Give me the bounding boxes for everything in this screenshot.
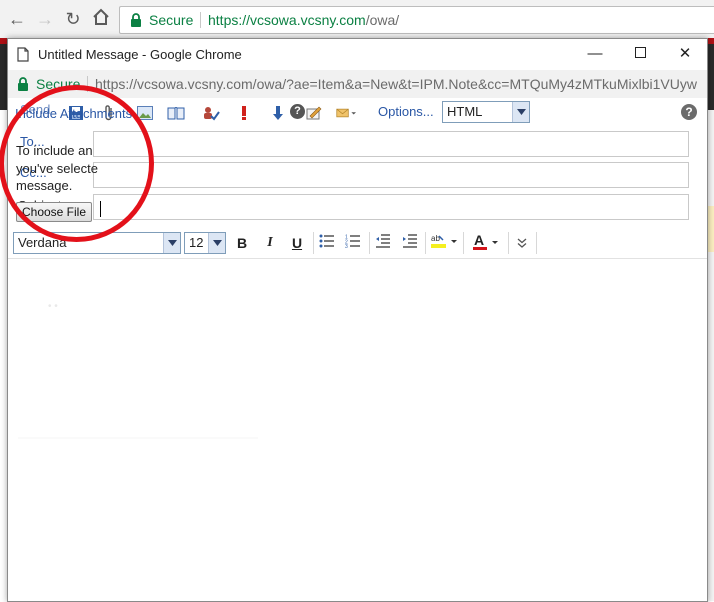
text-cursor	[100, 201, 101, 217]
message-body-editor[interactable]: • •	[8, 259, 707, 601]
increase-indent-icon[interactable]	[399, 233, 421, 253]
font-family-value: Verdana	[18, 235, 67, 250]
subject-field[interactable]	[93, 194, 689, 220]
close-button[interactable]: ✕	[669, 43, 701, 65]
url-host: https://vcsowa.vcsny.com	[208, 12, 366, 28]
bold-button[interactable]: B	[231, 233, 253, 253]
popup-titlebar: Untitled Message - Google Chrome — ✕	[8, 39, 707, 70]
faint-background-line	[18, 437, 258, 439]
popup-address-bar[interactable]: Secure https://vcsowa.vcsny.com/owa/?ae=…	[8, 70, 707, 99]
format-select-value: HTML	[447, 104, 483, 119]
highlight-color-icon[interactable]: ab	[429, 233, 459, 253]
font-color-button[interactable]: A	[471, 232, 501, 253]
cc-field[interactable]	[93, 162, 689, 188]
svg-text:3: 3	[345, 244, 348, 248]
compose-popup-window: Untitled Message - Google Chrome — ✕ Sec…	[7, 38, 708, 602]
toolbar-separator	[508, 232, 509, 254]
toolbar-separator	[313, 232, 314, 254]
back-icon[interactable]: ←	[6, 8, 28, 30]
svg-text:ab: ab	[431, 234, 440, 243]
font-family-select[interactable]: Verdana	[13, 232, 181, 254]
popup-secure-label: Secure	[36, 76, 81, 92]
home-icon[interactable]	[90, 8, 112, 30]
forward-icon[interactable]: →	[34, 8, 56, 30]
attach-instructions-line1: To include an	[16, 143, 93, 158]
include-attachments-link[interactable]: Include Attachments	[15, 106, 132, 121]
attach-instructions-line3: message.	[16, 178, 73, 193]
insert-image-icon[interactable]	[135, 103, 155, 123]
underline-button[interactable]: U	[286, 233, 308, 253]
to-field[interactable]	[93, 131, 689, 157]
lock-icon	[17, 77, 29, 94]
formatting-toolbar: Verdana 12 B I U 123 ab A	[8, 228, 707, 259]
numbered-list-icon[interactable]: 123	[342, 233, 364, 253]
choose-file-button[interactable]: Choose File	[16, 202, 92, 222]
url-path: /owa/	[365, 12, 400, 28]
check-names-icon[interactable]	[201, 103, 221, 123]
bulleted-list-icon[interactable]	[316, 233, 338, 253]
message-options-icon[interactable]	[336, 103, 356, 123]
help-icon-overlay[interactable]: ?	[290, 104, 305, 119]
faint-background-artifact: • •	[48, 301, 58, 312]
address-url: https://vcsowa.vcsny.com/owa/	[208, 12, 399, 28]
toolbar-separator	[463, 232, 464, 254]
italic-button[interactable]: I	[259, 233, 281, 253]
chevron-down-icon	[163, 233, 180, 253]
font-color-letter: A	[474, 233, 484, 248]
options-link[interactable]: Options...	[378, 104, 434, 119]
reload-icon[interactable]: ↻	[62, 8, 84, 30]
low-importance-icon[interactable]	[268, 103, 288, 123]
popup-omnibox-separator	[87, 76, 88, 92]
format-select[interactable]: HTML	[442, 101, 530, 123]
maximize-button[interactable]	[624, 43, 656, 65]
address-book-icon[interactable]	[166, 103, 186, 123]
popup-url: https://vcsowa.vcsny.com/owa/?ae=Item&a=…	[95, 76, 697, 92]
lock-icon	[130, 13, 142, 30]
high-importance-icon[interactable]	[234, 103, 254, 123]
chevron-down-icon	[208, 233, 225, 253]
font-size-value: 12	[189, 235, 204, 250]
more-options-chevron-icon[interactable]	[511, 233, 533, 253]
attach-instructions-line2: you've selecte	[16, 161, 98, 176]
toolbar-separator	[536, 232, 537, 254]
minimize-button[interactable]: —	[579, 43, 611, 65]
signature-icon[interactable]	[304, 103, 324, 123]
toolbar-separator	[369, 232, 370, 254]
omnibox-separator	[200, 12, 201, 28]
toolbar-separator	[425, 232, 426, 254]
help-icon[interactable]: ?	[681, 104, 697, 120]
browser-toolbar: ← → ↻ Secure https://vcsowa.vcsny.com/ow…	[0, 0, 714, 39]
chevron-down-icon	[512, 102, 529, 122]
secure-label: Secure	[149, 12, 194, 28]
font-size-select[interactable]: 12	[184, 232, 226, 254]
background-highlight	[707, 206, 714, 252]
popup-title: Untitled Message - Google Chrome	[38, 47, 242, 62]
address-bar[interactable]: Secure https://vcsowa.vcsny.com/owa/	[119, 6, 714, 34]
document-icon	[17, 47, 29, 65]
decrease-indent-icon[interactable]	[372, 233, 394, 253]
